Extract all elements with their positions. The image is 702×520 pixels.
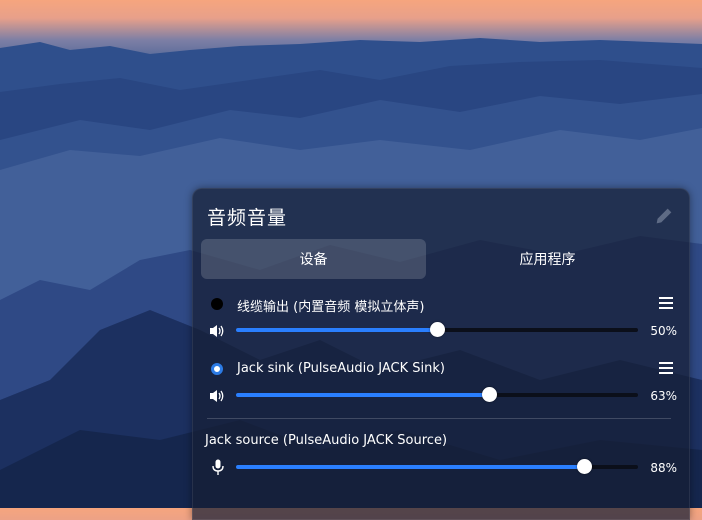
pencil-icon[interactable]: [653, 205, 675, 227]
device-select-radio[interactable]: [211, 363, 223, 375]
panel-title: 音频音量: [207, 207, 288, 229]
tab-applications-label: 应用程序: [519, 252, 576, 268]
tab-bar: 设备 应用程序: [201, 239, 681, 279]
audio-volume-panel: 音频音量 设备 应用程序 线缆输出 (内置音频 模拟立体声) 50% Jack …: [192, 188, 690, 520]
input-volume-slider[interactable]: [236, 459, 638, 474]
speaker-icon[interactable]: [209, 323, 227, 339]
device-name: 线缆输出 (内置音频 模拟立体声): [237, 300, 425, 315]
volume-percent: 88%: [650, 461, 677, 475]
volume-slider-fill: [236, 393, 490, 397]
input-device-jack-source: 88%: [205, 433, 677, 481]
tab-devices-label: 设备: [299, 252, 328, 268]
device-name: Jack sink (PulseAudio JACK Sink): [237, 361, 445, 376]
microphone-icon[interactable]: [209, 459, 227, 475]
device-select-radio[interactable]: [211, 298, 223, 310]
menu-icon[interactable]: [659, 297, 673, 309]
volume-slider[interactable]: [236, 387, 638, 402]
volume-slider-knob[interactable]: [430, 322, 445, 337]
volume-slider-knob[interactable]: [482, 387, 498, 402]
output-device-jack-sink: Jack sink (PulseAudio JACK Sink) 63%: [205, 361, 677, 409]
volume-percent: 63%: [650, 389, 677, 403]
volume-percent: 50%: [650, 324, 677, 338]
volume-slider-knob[interactable]: [577, 459, 593, 474]
speaker-icon[interactable]: [209, 388, 227, 404]
volume-slider-fill: [236, 328, 437, 332]
menu-icon[interactable]: [659, 362, 673, 374]
tab-applications[interactable]: 应用程序: [434, 239, 661, 279]
tab-devices[interactable]: 设备: [201, 239, 426, 279]
output-device-analog: 线缆输出 (内置音频 模拟立体声) 50%: [205, 296, 677, 344]
volume-slider[interactable]: [236, 322, 638, 337]
volume-slider-fill: [236, 465, 585, 469]
divider: [207, 418, 671, 419]
